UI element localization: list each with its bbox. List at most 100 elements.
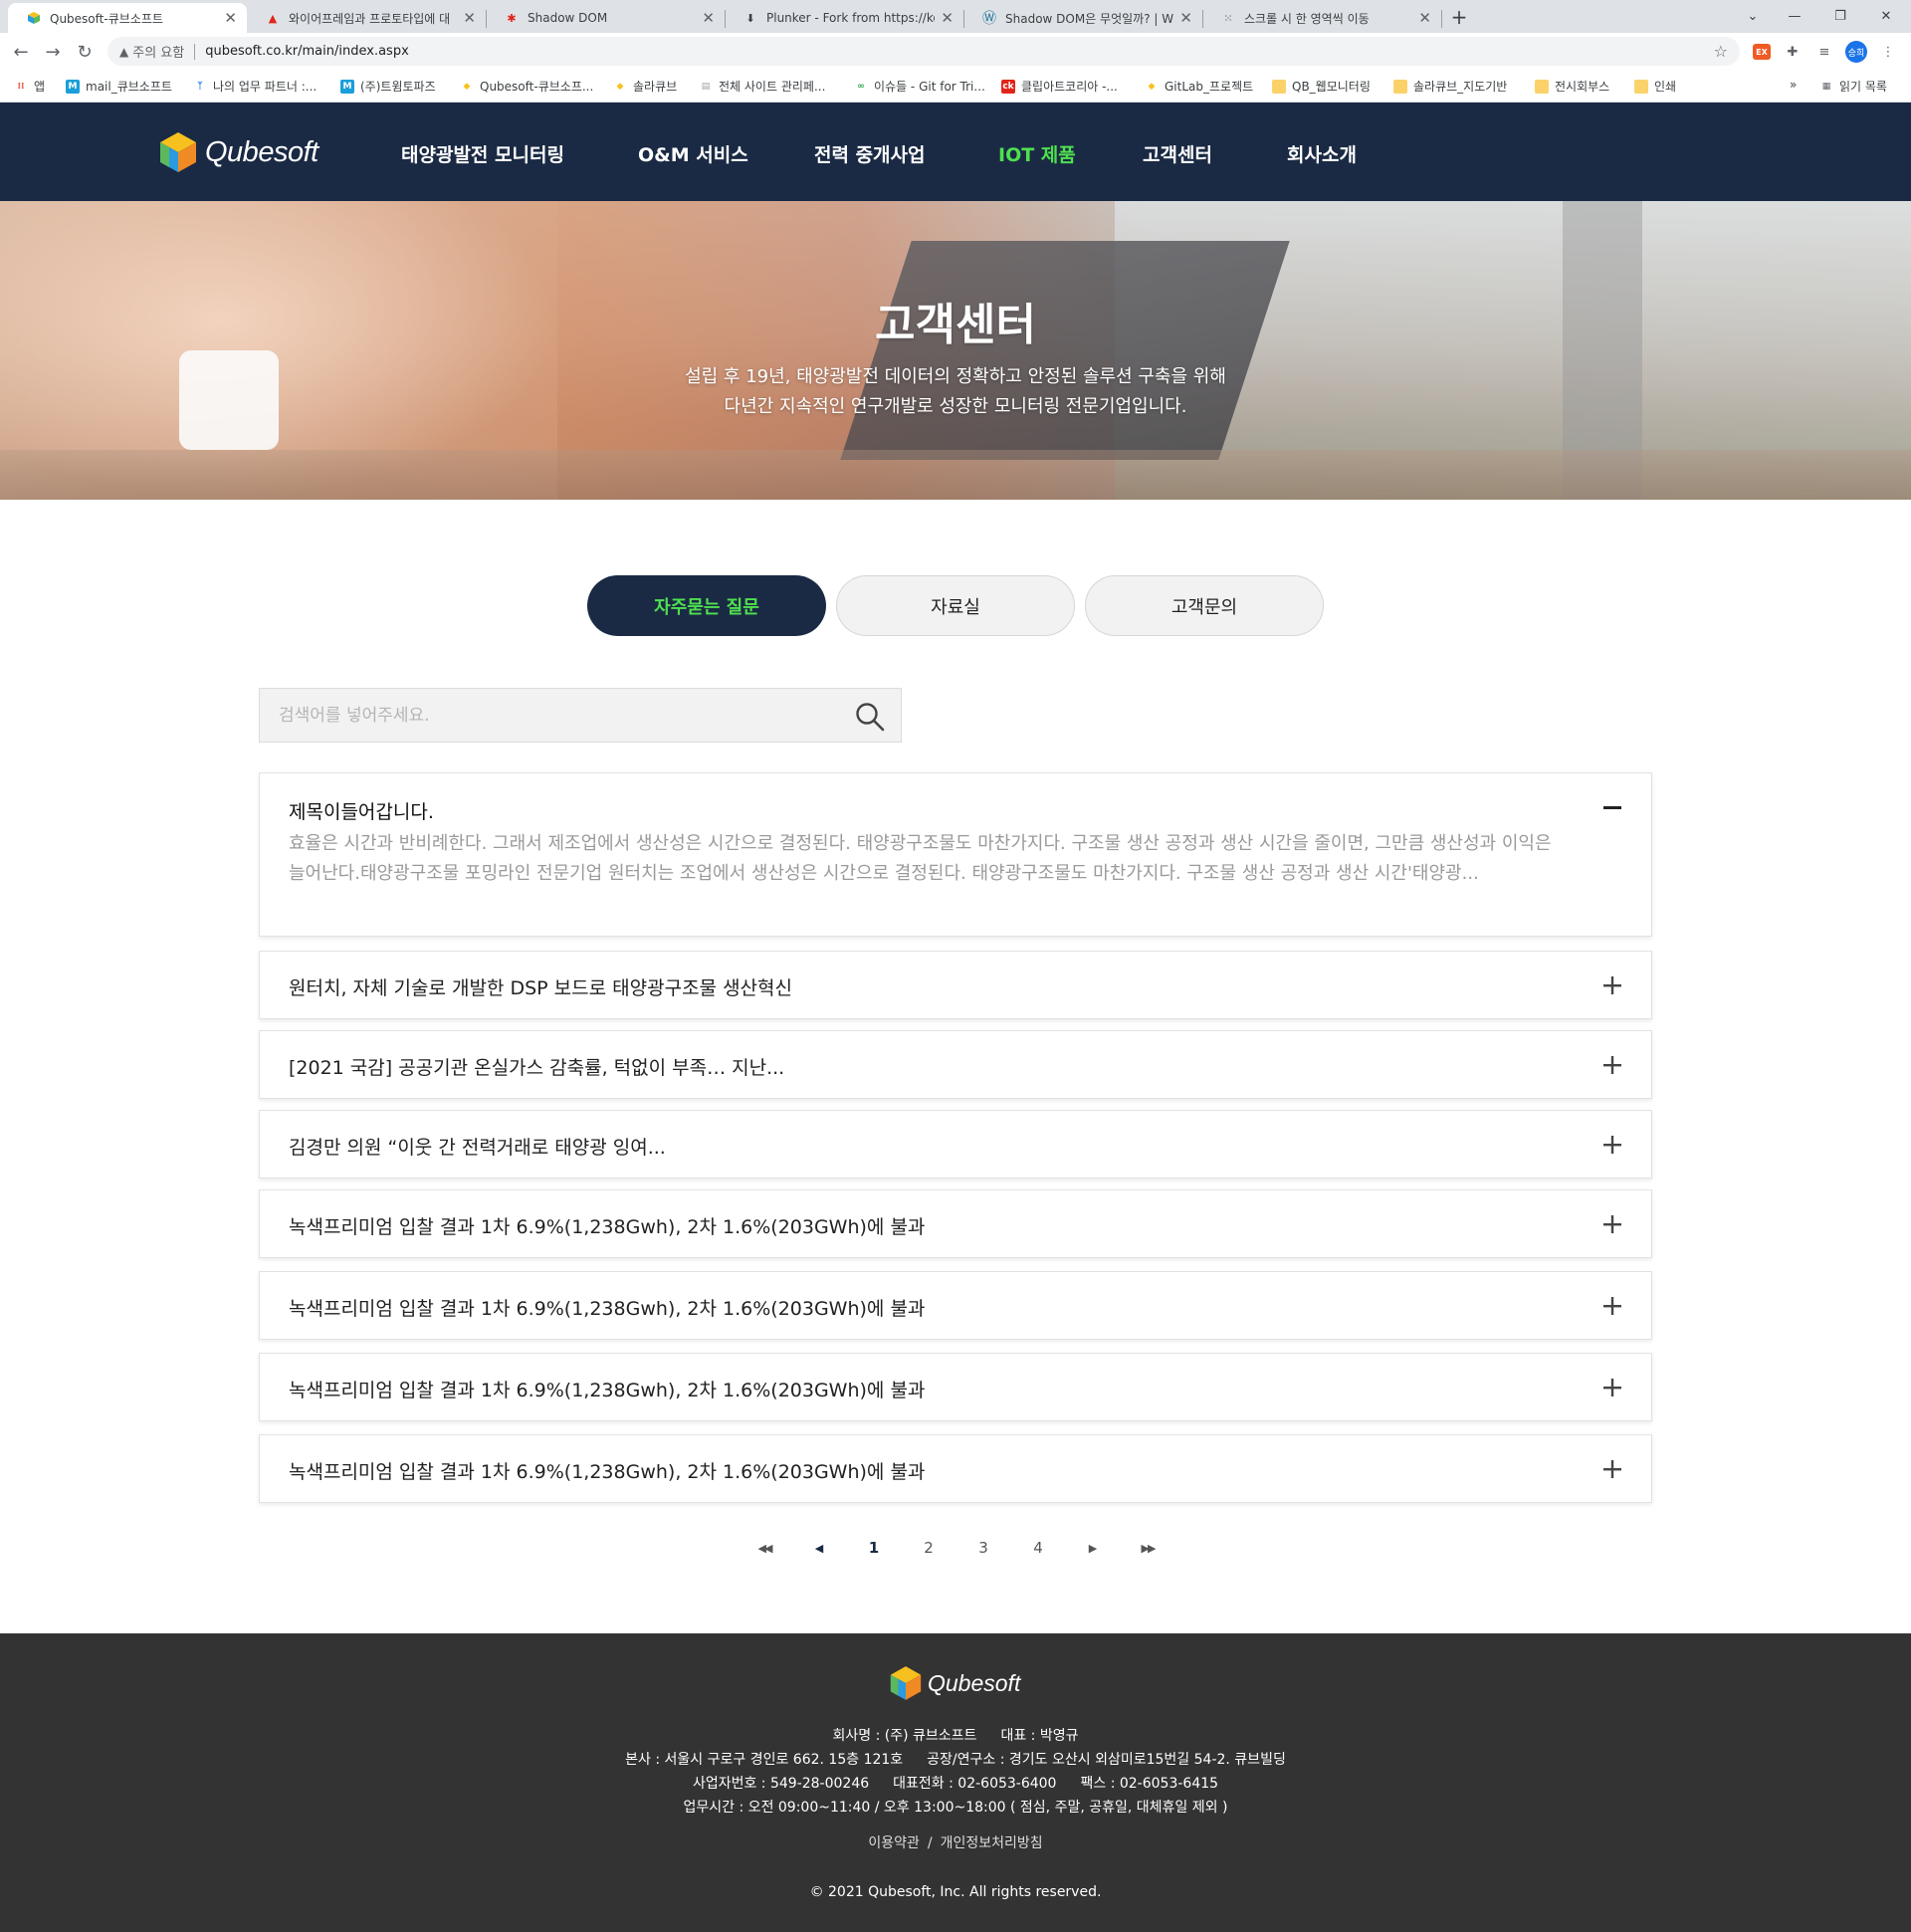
nav-power-brokerage[interactable]: 전력 중개사업 — [814, 140, 926, 167]
plunker-icon: ⬇ — [745, 11, 755, 25]
back-button[interactable]: ← — [8, 39, 34, 65]
nav-iot-products[interactable]: IOT 제품 — [998, 140, 1076, 167]
figure-icon: ✱ — [507, 11, 517, 25]
close-tab-icon[interactable]: ✕ — [463, 9, 476, 27]
bookmark-folder-qb[interactable]: QB_웹모니터링 — [1272, 78, 1371, 95]
bookmark-clipart[interactable]: ck 클립아트코리아 -... — [1001, 78, 1118, 95]
more-bookmarks-icon[interactable]: » — [1790, 78, 1797, 92]
faq-item[interactable]: 녹색프리미엄 입찰 결과 1차 6.9%(1,238Gwh), 2차 1.6%(… — [259, 1353, 1652, 1421]
site-logo[interactable]: Qubesoft — [159, 131, 318, 173]
plus-icon[interactable] — [1603, 1056, 1621, 1074]
site-header: Qubesoft 태양광발전 모니터링 O&M 서비스 전력 중개사업 IOT … — [0, 103, 1911, 201]
faq-item[interactable]: 원터치, 자체 기술로 개발한 DSP 보드로 태양광구조물 생산혁신 — [259, 951, 1652, 1019]
restore-button[interactable]: ❐ — [1817, 0, 1863, 33]
folder-icon — [1634, 79, 1648, 94]
terms-link[interactable]: 이용약관 — [868, 1835, 920, 1851]
security-label[interactable]: 주의 요함 — [132, 42, 184, 61]
close-window-button[interactable]: ✕ — [1863, 0, 1909, 33]
address-bar[interactable]: ▲ 주의 요함 qubesoft.co.kr/main/index.aspx ☆ — [107, 37, 1740, 66]
page-3-link[interactable]: 3 — [971, 1536, 995, 1560]
bookmark-solarcube[interactable]: ◆ 솔라큐브 — [613, 78, 678, 95]
plus-icon[interactable] — [1603, 1379, 1621, 1396]
faq-title: 김경만 의원 “이웃 간 전력거래로 태양광 잉여... — [289, 1137, 666, 1159]
bookmark-folder-solarcube-map[interactable]: 솔라큐브_지도기반 — [1393, 78, 1507, 95]
close-tab-icon[interactable]: ✕ — [941, 9, 954, 27]
nav-solar-monitoring[interactable]: 태양광발전 모니터링 — [401, 140, 564, 167]
close-tab-icon[interactable]: ✕ — [702, 9, 715, 27]
minus-icon[interactable] — [1603, 798, 1621, 816]
footer-hq: 본사 : 서울시 구로구 경인로 662. 15층 121호 — [625, 1752, 904, 1768]
search-icon[interactable] — [855, 702, 885, 732]
bookmark-apps[interactable]: ⁞⁞ 앱 — [14, 78, 45, 95]
qubesoft-cube-icon — [890, 1666, 922, 1700]
url-text[interactable]: qubesoft.co.kr/main/index.aspx — [205, 44, 409, 59]
reload-button[interactable]: ↻ — [72, 39, 98, 65]
extensions-puzzle-icon[interactable]: ✚ — [1782, 41, 1804, 63]
media-control-icon[interactable]: ≡ — [1813, 41, 1835, 63]
wordpress-icon: Ⓦ — [982, 11, 996, 27]
browser-tab-wordpress[interactable]: Ⓦ Shadow DOM은 무엇일까? | WI ✕ — [963, 3, 1202, 33]
plus-icon[interactable] — [1603, 1136, 1621, 1154]
last-page-button[interactable]: ▶▶ — [1136, 1536, 1160, 1560]
minimize-button[interactable]: — — [1772, 0, 1817, 33]
dots-icon: ⁙ — [1223, 11, 1233, 25]
bookmark-partner[interactable]: ᛉ 나의 업무 파트너 :... — [193, 78, 317, 95]
browser-tab-scroll[interactable]: ⁙ 스크롤 시 한 영역씩 이동 ✕ — [1202, 3, 1441, 33]
next-page-button[interactable]: ▶ — [1081, 1536, 1105, 1560]
bookmark-qubesoft[interactable]: ◆ Qubesoft-큐브소프... — [460, 78, 594, 95]
plus-icon[interactable] — [1603, 1460, 1621, 1478]
bookmark-folder-booth[interactable]: 전시회부스 — [1535, 78, 1609, 95]
faq-item-expanded[interactable]: 제목이들어갑니다. 효율은 시간과 반비례한다. 그래서 제조업에서 생산성은 … — [259, 772, 1652, 937]
close-tab-icon[interactable]: ✕ — [224, 9, 237, 27]
faq-answer: 효율은 시간과 반비례한다. 그래서 제조업에서 생산성은 시간으로 결정된다.… — [289, 833, 1552, 884]
extension-ex-icon[interactable]: EX — [1753, 44, 1771, 60]
bookmark-folder-print[interactable]: 인쇄 — [1634, 78, 1676, 95]
nav-company-intro[interactable]: 회사소개 — [1287, 140, 1357, 167]
close-tab-icon[interactable]: ✕ — [1418, 9, 1431, 27]
close-tab-icon[interactable]: ✕ — [1179, 9, 1192, 27]
bookmark-twim[interactable]: M (주)트윔토파즈 — [340, 78, 436, 95]
browser-tab-wireframe[interactable]: ▲ 와이어프레임과 프로토타입에 대 ✕ — [247, 3, 486, 33]
browser-tab-qubesoft[interactable]: Qubesoft-큐브소프트 ✕ — [8, 3, 247, 33]
nav-customer-center[interactable]: 고객센터 — [1143, 140, 1212, 167]
page-1-link[interactable]: 1 — [862, 1536, 886, 1560]
faq-item[interactable]: 녹색프리미엄 입찰 결과 1차 6.9%(1,238Gwh), 2차 1.6%(… — [259, 1271, 1652, 1340]
faq-title: 원터치, 자체 기술로 개발한 DSP 보드로 태양광구조물 생산혁신 — [289, 977, 792, 999]
bookmark-mail[interactable]: M mail_큐브소프트 — [66, 78, 172, 95]
bookmark-gitlab[interactable]: ◆ GitLab_프로젝트 — [1145, 78, 1254, 95]
search-input[interactable] — [260, 689, 837, 742]
tab-inquiry[interactable]: 고객문의 — [1085, 575, 1324, 636]
privacy-link[interactable]: 개인정보처리방침 — [941, 1835, 1043, 1851]
tab-archive[interactable]: 자료실 — [836, 575, 1075, 636]
page-2-link[interactable]: 2 — [917, 1536, 941, 1560]
faq-title: [2021 국감] 공공기관 온실가스 감축률, 턱없이 부족… 지난... — [289, 1057, 785, 1079]
faq-item[interactable]: [2021 국감] 공공기관 온실가스 감축률, 턱없이 부족… 지난... — [259, 1030, 1652, 1099]
folder-icon — [1535, 79, 1549, 94]
bookmark-star-icon[interactable]: ☆ — [1714, 42, 1728, 61]
folder-icon — [1272, 79, 1286, 94]
plus-icon[interactable] — [1603, 1215, 1621, 1233]
browser-tab-plunker[interactable]: ⬇ Plunker - Fork from https://ko.ja ✕ — [725, 3, 963, 33]
profile-avatar[interactable]: 승희 — [1845, 41, 1867, 63]
reading-list-button[interactable]: ▦ 읽기 목록 — [1819, 78, 1887, 95]
page-4-link[interactable]: 4 — [1026, 1536, 1050, 1560]
browser-tab-shadow-dom[interactable]: ✱ Shadow DOM ✕ — [486, 3, 725, 33]
faq-item[interactable]: 녹색프리미엄 입찰 결과 1차 6.9%(1,238Gwh), 2차 1.6%(… — [259, 1189, 1652, 1258]
prev-page-button[interactable]: ◀ — [807, 1536, 831, 1560]
nav-om-service[interactable]: O&M 서비스 — [638, 140, 748, 167]
new-tab-button[interactable]: + — [1445, 3, 1473, 31]
faq-title: 녹색프리미엄 입찰 결과 1차 6.9%(1,238Gwh), 2차 1.6%(… — [289, 1461, 926, 1483]
faq-item[interactable]: 녹색프리미엄 입찰 결과 1차 6.9%(1,238Gwh), 2차 1.6%(… — [259, 1434, 1652, 1503]
browser-menu-icon[interactable]: ⋮ — [1877, 41, 1899, 63]
first-page-button[interactable]: ◀◀ — [752, 1536, 776, 1560]
forward-button[interactable]: → — [40, 39, 66, 65]
plus-icon[interactable] — [1603, 976, 1621, 994]
bookmark-git[interactable]: ∞ 이슈들 - Git for Tri... — [854, 78, 985, 95]
bookmark-site-admin[interactable]: ▤ 전체 사이트 관리페... — [699, 78, 826, 95]
plus-icon[interactable] — [1603, 1297, 1621, 1315]
tab-faq[interactable]: 자주묻는 질문 — [587, 575, 826, 636]
faq-item[interactable]: 김경만 의원 “이웃 간 전력거래로 태양광 잉여... — [259, 1110, 1652, 1179]
tab-search-icon[interactable]: ⌄ — [1730, 0, 1776, 33]
browser-tab-strip: Qubesoft-큐브소프트 ✕ ▲ 와이어프레임과 프로토타입에 대 ✕ ✱ … — [0, 0, 1911, 33]
adobe-icon: ▲ — [268, 11, 278, 25]
